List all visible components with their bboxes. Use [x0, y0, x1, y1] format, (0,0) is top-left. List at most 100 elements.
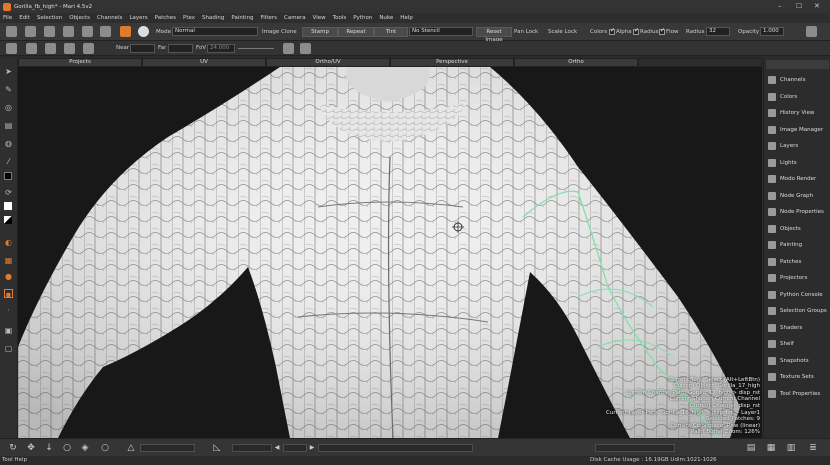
palette-node-properties[interactable]: Node Properties [766, 205, 829, 219]
background-color-swatch[interactable] [4, 202, 12, 210]
palette-objects[interactable]: Objects [766, 222, 829, 236]
palette-channels[interactable]: Channels [766, 73, 829, 87]
opacity-input[interactable]: 1.000 [760, 27, 784, 36]
menu-tools[interactable]: Tools [333, 15, 347, 21]
unproject-icon[interactable] [300, 43, 311, 54]
eyedropper-icon[interactable]: ⁄ [4, 157, 13, 166]
view-cube-icon[interactable] [6, 43, 17, 54]
tab-projects[interactable]: Projects [18, 58, 142, 67]
repeat-button[interactable]: Repeat [338, 27, 374, 37]
close-button[interactable]: ✕ [814, 2, 820, 10]
rotate-icon[interactable]: ↻ [8, 443, 18, 453]
palette-patches[interactable]: Patches [766, 255, 829, 269]
fill-tool-icon[interactable]: ▤ [4, 121, 13, 130]
scale-icon[interactable]: ○ [100, 443, 110, 453]
mode-select[interactable]: Normal [172, 27, 258, 36]
shading-icon[interactable] [45, 43, 56, 54]
palette-image-manager[interactable]: Image Manager [766, 123, 829, 137]
paint-through-icon[interactable]: ◐ [4, 238, 13, 247]
lighting-icon[interactable] [83, 43, 94, 54]
play-back-icon[interactable]: ◀ [272, 443, 282, 453]
move-icon[interactable]: ✥ [26, 443, 36, 453]
tab-perspective[interactable]: Perspective [390, 58, 514, 67]
palette-python-console[interactable]: Python Console [766, 288, 829, 302]
fov-slider[interactable] [238, 48, 274, 49]
projection-icon[interactable] [283, 43, 294, 54]
reset-image-button[interactable]: Reset Image [476, 27, 512, 43]
palette-node-graph[interactable]: Node Graph [766, 189, 829, 203]
tab-uv[interactable]: UV [142, 58, 266, 67]
alpha-checkbox[interactable] [609, 27, 615, 35]
menu-help[interactable]: Help [400, 15, 413, 21]
start-frame-field[interactable] [283, 444, 307, 452]
palette-shelf[interactable]: Shelf [766, 337, 829, 351]
select-tool-icon[interactable]: ➤ [4, 67, 13, 76]
tab-ortho-uv[interactable]: Ortho/UV [266, 58, 390, 67]
radius-checkbox[interactable] [633, 27, 639, 35]
new-project-icon[interactable] [6, 26, 17, 37]
menu-channels[interactable]: Channels [97, 15, 122, 21]
palette-tool-properties[interactable]: Tool Properties [766, 387, 829, 401]
menu-nuke[interactable]: Nuke [379, 15, 393, 21]
palette-selection-groups[interactable]: Selection Groups [766, 304, 829, 318]
menu-view[interactable]: View [313, 15, 326, 21]
arrow-down-icon[interactable]: ↓ [44, 443, 54, 453]
tool-settings-icon[interactable] [806, 26, 817, 37]
secondary-slider[interactable] [595, 444, 675, 452]
circle-select-icon[interactable]: ○ [62, 443, 72, 453]
far-input[interactable] [168, 44, 193, 53]
palette-history-view[interactable]: History View [766, 106, 829, 120]
tab-ortho[interactable]: Ortho [514, 58, 638, 67]
clear-icon[interactable] [82, 26, 93, 37]
clone-tool-icon[interactable]: ◎ [4, 103, 13, 112]
list-icon[interactable]: ≣ [808, 443, 818, 453]
menu-objects[interactable]: Objects [69, 15, 90, 21]
menu-camera[interactable]: Camera [284, 15, 306, 21]
palette-modo-render[interactable]: Modo Render [766, 172, 829, 186]
menu-patches[interactable]: Patches [155, 15, 176, 21]
menu-selection[interactable]: Selection [37, 15, 62, 21]
palette-texture-sets[interactable]: Texture Sets [766, 370, 829, 384]
camera-icon[interactable] [26, 43, 37, 54]
layer-icon[interactable] [100, 26, 111, 37]
transform-icon[interactable]: ◈ [80, 443, 90, 453]
stamp-button[interactable]: Stamp [302, 27, 338, 37]
palette-shaders[interactable]: Shaders [766, 321, 829, 335]
selection-tool-icon[interactable]: ▪ [4, 289, 13, 299]
fov-input[interactable]: 24.000 [207, 44, 235, 53]
timeline-slider[interactable] [318, 444, 473, 452]
palette-projectors[interactable]: Projectors [766, 271, 829, 285]
ruler-icon[interactable]: ◺ [212, 443, 222, 453]
menu-filters[interactable]: Filters [261, 15, 278, 21]
layout-icon[interactable]: ▥ [786, 443, 796, 453]
grid-toggle-icon[interactable]: ▣ [4, 326, 13, 335]
open-project-icon[interactable] [25, 26, 36, 37]
menu-python[interactable]: Python [353, 15, 372, 21]
lasso-icon[interactable]: · [4, 306, 13, 315]
near-input[interactable] [130, 44, 155, 53]
paint-tool-icon[interactable]: ✎ [4, 85, 13, 94]
menu-file[interactable]: File [3, 15, 12, 21]
menu-edit[interactable]: Edit [19, 15, 30, 21]
wireframe-icon[interactable] [64, 43, 75, 54]
scale-lock-label[interactable]: Scale Lock [548, 29, 577, 35]
menu-layers[interactable]: Layers [129, 15, 147, 21]
brush-preset-field[interactable] [140, 444, 195, 452]
bake-icon[interactable] [63, 26, 74, 37]
palette-painting[interactable]: Painting [766, 238, 829, 252]
frame-field[interactable] [232, 444, 272, 452]
menu-ptex[interactable]: Ptex [183, 15, 195, 21]
play-forward-icon[interactable]: ▶ [307, 443, 317, 453]
radius-input[interactable]: 32 [706, 27, 730, 36]
stencil-select[interactable]: No Stencil [409, 27, 473, 36]
record-icon[interactable]: ● [4, 272, 13, 281]
pan-lock-label[interactable]: Pan Lock [514, 29, 538, 35]
maximize-button[interactable]: ☐ [796, 2, 802, 10]
flow-checkbox[interactable] [659, 27, 665, 35]
frame-icon[interactable]: ▢ [4, 344, 13, 353]
grid-icon[interactable]: ▦ [766, 443, 776, 453]
palette-layers[interactable]: Layers [766, 139, 829, 153]
paint-brush-icon[interactable] [120, 26, 131, 37]
save-project-icon[interactable] [44, 26, 55, 37]
3d-viewport[interactable]: Current Tool: Select (Alt+LeftBtn) Curre… [18, 67, 762, 438]
